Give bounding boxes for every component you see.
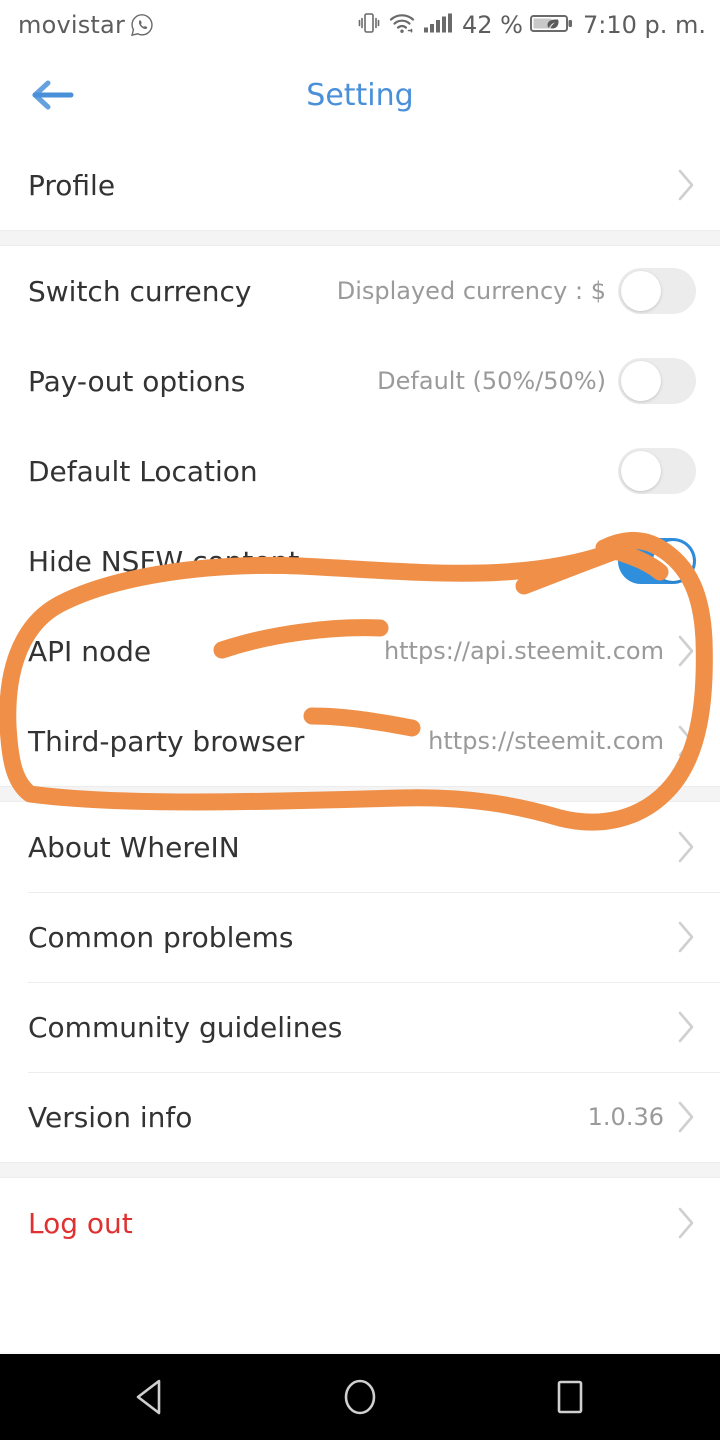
row-right: Default (50%/50%): [377, 358, 696, 404]
row-label: Pay-out options: [28, 364, 246, 398]
vibrate-icon: [357, 10, 381, 40]
chevron-right-icon: [678, 635, 694, 667]
row-right: [676, 168, 696, 202]
toggle-knob: [653, 541, 693, 581]
row-right: [618, 448, 696, 494]
back-arrow-icon[interactable]: [26, 73, 78, 117]
chevron-right-icon: [678, 921, 694, 953]
settings-group-preferences: Switch currency Displayed currency : $ P…: [0, 246, 720, 786]
row-profile[interactable]: Profile: [0, 140, 720, 230]
row-label: Switch currency: [28, 274, 252, 308]
chevron-right-icon: [678, 725, 694, 757]
section-gap: [0, 786, 720, 802]
chevron-right-icon: [678, 1101, 694, 1133]
toggle-knob: [621, 451, 661, 491]
row-value: Default (50%/50%): [377, 367, 606, 395]
row-version-info[interactable]: Version info 1.0.36: [0, 1072, 720, 1162]
row-common-problems[interactable]: Common problems: [0, 892, 720, 982]
toggle-knob: [621, 361, 661, 401]
nav-home-circle-icon[interactable]: [330, 1367, 390, 1427]
toggle-default-location[interactable]: [618, 448, 696, 494]
wifi-icon: [388, 10, 416, 40]
row-right: Displayed currency : $: [337, 268, 696, 314]
row-log-out[interactable]: Log out: [0, 1178, 720, 1268]
row-about-wherein[interactable]: About WhereIN: [0, 802, 720, 892]
row-right: [618, 538, 696, 584]
row-right: [676, 920, 696, 954]
toggle-switch-currency[interactable]: [618, 268, 696, 314]
toggle-knob: [621, 271, 661, 311]
chevron-right-icon: [678, 1207, 694, 1239]
chevron-right-icon: [678, 169, 694, 201]
row-api-node[interactable]: API node https://api.steemit.com: [0, 606, 720, 696]
row-value: Displayed currency : $: [336, 277, 606, 305]
settings-screen: movistar 42 % 7:10 p. m. Setting Profile…: [0, 0, 720, 1440]
row-right: [676, 830, 696, 864]
nav-back-triangle-icon[interactable]: [120, 1367, 180, 1427]
carrier-label: movistar: [18, 11, 126, 39]
page-title: Setting: [306, 77, 414, 113]
android-navigation-bar: [0, 1354, 720, 1440]
row-label: Profile: [28, 168, 116, 202]
section-gap: [0, 1162, 720, 1178]
whatsapp-icon: [129, 12, 155, 38]
row-right: https://steemit.com: [428, 724, 696, 758]
row-label: Log out: [28, 1206, 133, 1240]
row-community-guidelines[interactable]: Community guidelines: [0, 982, 720, 1072]
row-label: About WhereIN: [28, 830, 240, 864]
chevron-right-icon: [678, 1011, 694, 1043]
row-third-party-browser[interactable]: Third-party browser https://steemit.com: [0, 696, 720, 786]
toggle-hide-nsfw-content[interactable]: [618, 538, 696, 584]
section-gap: [0, 230, 720, 246]
row-switch-currency[interactable]: Switch currency Displayed currency : $: [0, 246, 720, 336]
row-label: Default Location: [28, 454, 258, 488]
row-label: Version info: [28, 1100, 193, 1134]
content-filler: [0, 1268, 720, 1352]
status-bar: movistar 42 % 7:10 p. m.: [0, 0, 720, 50]
row-pay-out-options[interactable]: Pay-out options Default (50%/50%): [0, 336, 720, 426]
toggle-pay-out-options[interactable]: [618, 358, 696, 404]
row-right: 1.0.36: [588, 1100, 696, 1134]
title-bar: Setting: [0, 50, 720, 140]
status-bar-right: 42 % 7:10 p. m.: [357, 10, 706, 40]
chevron-right-icon: [678, 831, 694, 863]
clock-label: 7:10 p. m.: [582, 11, 706, 39]
row-hide-nsfw-content[interactable]: Hide NSFW content: [0, 516, 720, 606]
row-value: https://api.steemit.com: [383, 637, 664, 665]
row-right: [676, 1206, 696, 1240]
settings-group-profile: Profile: [0, 140, 720, 230]
row-label: Community guidelines: [28, 1010, 343, 1044]
row-right: https://api.steemit.com: [384, 634, 696, 668]
row-right: [676, 1010, 696, 1044]
battery-percent-label: 42 %: [461, 11, 523, 39]
row-label: Common problems: [28, 920, 294, 954]
row-value: 1.0.36: [587, 1103, 664, 1131]
row-label: Hide NSFW content: [28, 544, 300, 578]
signal-bars-icon: [423, 10, 455, 40]
settings-group-info: About WhereIN Common problems Community …: [0, 802, 720, 1162]
settings-group-account: Log out: [0, 1178, 720, 1268]
row-label: API node: [28, 634, 152, 668]
battery-saver-leaf-icon: [529, 10, 574, 40]
nav-recents-square-icon[interactable]: [540, 1367, 600, 1427]
row-value: https://steemit.com: [428, 727, 664, 755]
row-label: Third-party browser: [28, 724, 305, 758]
row-default-location[interactable]: Default Location: [0, 426, 720, 516]
